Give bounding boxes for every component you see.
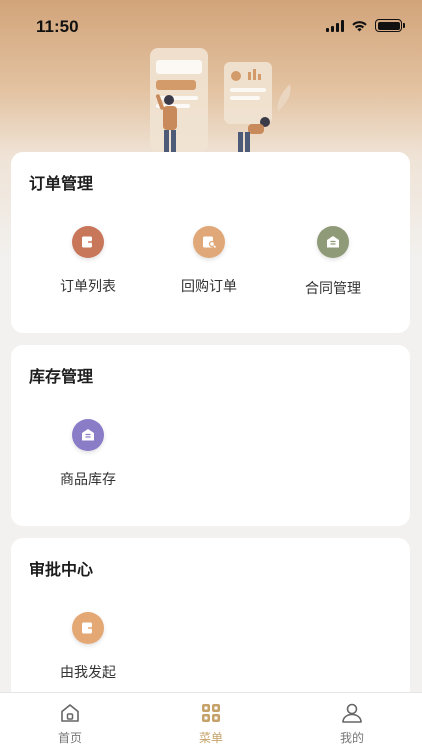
header-illustration (150, 48, 291, 152)
section-title: 订单管理 (29, 174, 94, 193)
tab-mine-label: 我的 (339, 731, 364, 745)
tab-home[interactable]: 首页 (30, 701, 110, 746)
envelope-icon (317, 226, 349, 258)
contract-management-item[interactable]: 合同管理 (288, 226, 378, 298)
order-management-card: 订单管理 订单列表 回购订单 合同管理 (11, 152, 410, 333)
document-arrow-icon (72, 226, 104, 258)
home-icon (61, 704, 79, 722)
grid-menu-icon (202, 704, 220, 722)
tab-home-label: 首页 (57, 731, 82, 745)
document-search-icon (193, 226, 225, 258)
tab-menu-label: 菜单 (198, 731, 223, 745)
initiated-by-me-item[interactable]: 由我发起 (43, 612, 133, 682)
document-arrow-icon (72, 612, 104, 644)
status-time: 11:50 (36, 17, 79, 36)
tab-mine[interactable]: 我的 (312, 701, 392, 746)
wifi-icon (352, 20, 367, 31)
user-icon (342, 703, 362, 723)
product-inventory-item[interactable]: 商品库存 (43, 419, 133, 489)
inventory-management-card: 库存管理 商品库存 (11, 345, 410, 526)
section-title: 审批中心 (29, 560, 94, 579)
status-icons (326, 19, 405, 32)
tab-menu[interactable]: 菜单 (171, 701, 251, 746)
repurchase-order-label: 回购订单 (181, 279, 237, 295)
repurchase-order-item[interactable]: 回购订单 (164, 226, 254, 296)
cellular-signal-icon (326, 19, 344, 32)
contract-management-label: 合同管理 (305, 281, 361, 297)
bottom-tab-bar: 首页 菜单 我的 (0, 692, 422, 750)
product-inventory-label: 商品库存 (60, 472, 116, 488)
initiated-by-me-label: 由我发起 (60, 665, 116, 681)
section-title: 库存管理 (29, 367, 94, 386)
envelope-icon (72, 419, 104, 451)
battery-icon (375, 19, 405, 32)
order-list-item[interactable]: 订单列表 (43, 226, 133, 296)
order-list-label: 订单列表 (60, 279, 116, 295)
